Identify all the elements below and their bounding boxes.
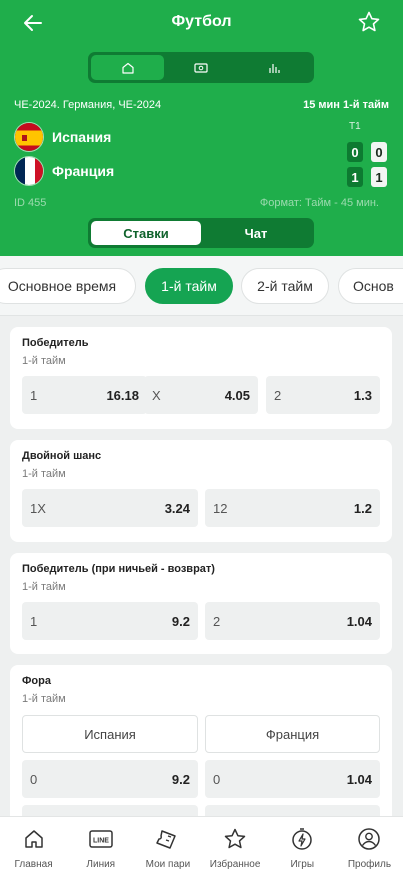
odd-value: 1.04	[346, 771, 372, 787]
nav-games[interactable]: Игры	[269, 817, 336, 878]
odd-button[interactable]: 1 9.2	[22, 602, 198, 640]
money-icon	[194, 62, 208, 73]
odd-label: 1X	[30, 500, 46, 516]
odd-value: 4.05	[224, 387, 250, 403]
handicap-team-home: Испания	[22, 715, 198, 753]
odd-button[interactable]: 1X 3.24	[22, 489, 198, 527]
nav-home[interactable]: Главная	[0, 817, 67, 878]
nav-favorites[interactable]: Избранное	[202, 817, 269, 878]
odd-button[interactable]: 0 1.04	[205, 760, 380, 798]
tab-chat[interactable]: Чат	[201, 221, 311, 245]
france-flag-icon	[14, 156, 44, 186]
away-period-score: 1	[347, 167, 363, 187]
profile-icon	[357, 827, 381, 851]
odd-button[interactable]: X 4.05	[144, 376, 258, 414]
favorite-star-icon[interactable]	[357, 10, 381, 34]
home-team-name: Испания	[52, 129, 112, 145]
nav-label: Избранное	[209, 859, 261, 870]
handicap-team-away: Франция	[205, 715, 380, 753]
top-bar: Футбол	[0, 0, 403, 46]
money-view-tab[interactable]	[164, 55, 237, 80]
nav-profile[interactable]: Профиль	[336, 817, 403, 878]
away-team-name: Франция	[52, 163, 115, 179]
period-chip-second-half[interactable]: 2-й тайм	[241, 268, 329, 304]
odd-value: 9.2	[171, 771, 190, 787]
nav-label: Главная	[14, 859, 53, 870]
home-icon	[122, 62, 134, 74]
lightning-icon	[290, 827, 314, 851]
line-icon: LINE	[89, 827, 113, 851]
event-league: ЧЕ-2024. Германия, ЧЕ-2024	[14, 99, 162, 111]
odd-label: 12	[213, 500, 228, 516]
away-team: Франция	[14, 156, 114, 186]
period-filter-row: Основное время 1-й тайм 2-й тайм Основ	[0, 256, 403, 316]
nav-my-bets[interactable]: Мои пари	[134, 817, 201, 878]
nav-label: Игры	[290, 859, 315, 870]
nav-label: Мои пари	[145, 859, 191, 870]
match-status: 15 мин 1-й тайм	[303, 99, 389, 111]
home-team: Испания	[14, 122, 111, 152]
period-column-label: T1	[349, 121, 361, 132]
odd-value: 1.3	[353, 387, 372, 403]
odd-button[interactable]: 0 9.2	[22, 760, 198, 798]
market-subtitle: 1-й тайм	[22, 693, 66, 705]
market-title: Фора	[22, 675, 51, 687]
odd-label: 0	[213, 771, 221, 787]
period-chip-main-partial[interactable]: Основ	[338, 268, 403, 304]
odd-label: 1	[30, 613, 38, 629]
nav-label: Линия	[86, 859, 116, 870]
market-title: Победитель	[22, 337, 89, 349]
odd-value: 16.18	[106, 387, 139, 403]
market-title: Двойной шанс	[22, 450, 102, 462]
market-card-draw-no-bet: Победитель (при ничьей - возврат) 1-й та…	[10, 553, 392, 654]
period-chip-main-time[interactable]: Основное время	[0, 268, 136, 304]
period-chip-first-half[interactable]: 1-й тайм	[145, 268, 233, 304]
odd-value: 3.24	[164, 500, 190, 516]
odd-label: 2	[274, 387, 282, 403]
ticket-icon	[156, 827, 180, 851]
home-icon	[22, 827, 46, 851]
odd-label: 0	[30, 771, 38, 787]
odd-value: 1.04	[346, 613, 372, 629]
odd-button[interactable]: 2 1.04	[205, 602, 380, 640]
home-view-tab[interactable]	[91, 55, 165, 80]
odd-value: 1.2	[353, 500, 372, 516]
spain-flag-icon	[14, 122, 44, 152]
page-title: Футбол	[171, 13, 232, 30]
market-subtitle: 1-й тайм	[22, 468, 66, 480]
odd-button[interactable]: 12 1.2	[205, 489, 380, 527]
odd-button[interactable]: 1 16.18	[22, 376, 147, 414]
odd-value: 9.2	[171, 613, 190, 629]
stats-view-tab[interactable]	[238, 55, 311, 80]
odd-label: 1	[30, 387, 38, 403]
away-total-score: 1	[371, 167, 387, 187]
market-title: Победитель (при ничьей - возврат)	[22, 563, 215, 575]
nav-label: Профиль	[347, 859, 392, 870]
home-period-score: 0	[347, 142, 363, 162]
star-icon	[223, 827, 247, 851]
tab-bets[interactable]: Ставки	[91, 221, 201, 245]
nav-line[interactable]: LINE Линия	[67, 817, 134, 878]
bets-chat-switch: Ставки Чат	[88, 218, 314, 248]
match-header: Футбол ЧЕ-2024. Германия, ЧЕ-2024 15 мин…	[0, 0, 403, 256]
home-total-score: 0	[371, 142, 387, 162]
market-subtitle: 1-й тайм	[22, 581, 66, 593]
event-id: ID 455	[14, 197, 47, 209]
line-icon-text: LINE	[93, 838, 109, 845]
bottom-navigation: Главная LINE Линия Мои пари Избранное Иг…	[0, 816, 403, 878]
market-card-winner: Победитель 1-й тайм 1 16.18 X 4.05 2 1.3	[10, 327, 392, 429]
odd-label: X	[152, 387, 161, 403]
stats-icon	[269, 63, 280, 73]
match-format: Формат: Тайм - 45 мин.	[259, 197, 379, 209]
odd-label: 2	[213, 613, 221, 629]
market-card-double-chance: Двойной шанс 1-й тайм 1X 3.24 12 1.2	[10, 440, 392, 542]
market-subtitle: 1-й тайм	[22, 355, 66, 367]
odd-button[interactable]: 2 1.3	[266, 376, 380, 414]
view-switch	[88, 52, 314, 83]
